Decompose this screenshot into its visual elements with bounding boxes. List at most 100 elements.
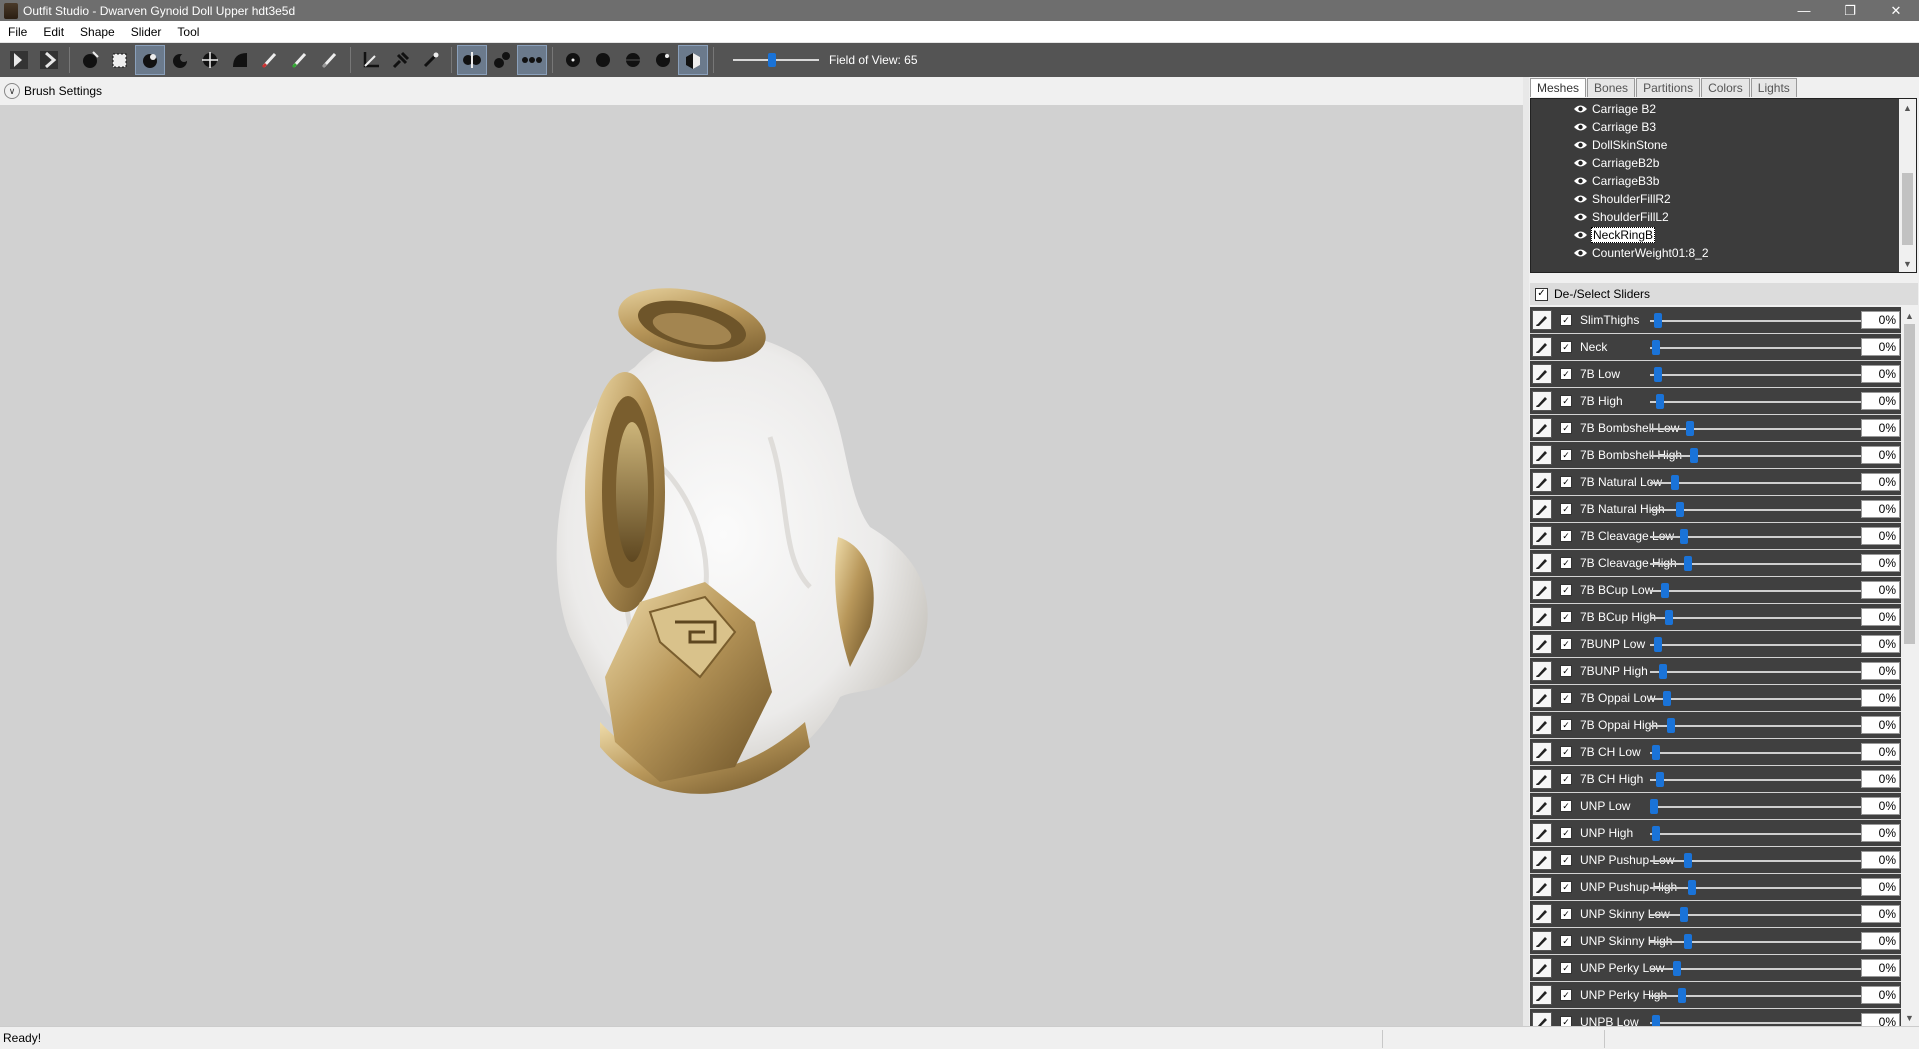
- slider-checkbox[interactable]: ✓: [1560, 854, 1572, 866]
- slider-checkbox[interactable]: ✓: [1560, 611, 1572, 623]
- edit-slider-icon[interactable]: [1532, 580, 1552, 600]
- slider-value-field[interactable]: 0%: [1861, 905, 1900, 923]
- edit-slider-icon[interactable]: [1532, 391, 1552, 411]
- slider-value-field[interactable]: 0%: [1861, 365, 1900, 383]
- tab-partitions[interactable]: Partitions: [1636, 78, 1701, 97]
- slider-track[interactable]: [1650, 833, 1863, 835]
- slider-checkbox[interactable]: ✓: [1560, 557, 1572, 569]
- slider-value-field[interactable]: 0%: [1861, 392, 1900, 410]
- slider-thumb[interactable]: [1690, 448, 1698, 463]
- show-bones-icon[interactable]: [588, 45, 618, 75]
- edit-slider-icon[interactable]: [1532, 499, 1552, 519]
- slider-track[interactable]: [1650, 482, 1863, 484]
- slider-checkbox[interactable]: ✓: [1560, 665, 1572, 677]
- maximize-button[interactable]: ❐: [1827, 0, 1873, 21]
- alpha-paint-icon[interactable]: [315, 45, 345, 75]
- edit-slider-icon[interactable]: [1532, 688, 1552, 708]
- slider-thumb[interactable]: [1684, 853, 1692, 868]
- edit-slider-icon[interactable]: [1532, 634, 1552, 654]
- scroll-up-icon[interactable]: ▲: [1899, 99, 1916, 116]
- slider-list-scroll-thumb[interactable]: [1904, 324, 1915, 644]
- slider-thumb[interactable]: [1688, 880, 1696, 895]
- edit-slider-icon[interactable]: [1532, 742, 1552, 762]
- slider-track[interactable]: [1650, 779, 1863, 781]
- edit-slider-icon[interactable]: [1532, 796, 1552, 816]
- slider-value-field[interactable]: 0%: [1861, 338, 1900, 356]
- scroll-down-icon[interactable]: ▼: [1899, 255, 1916, 272]
- edit-slider-icon[interactable]: [1532, 823, 1552, 843]
- slider-value-field[interactable]: 0%: [1861, 824, 1900, 842]
- slider-thumb[interactable]: [1654, 313, 1662, 328]
- slider-checkbox[interactable]: ✓: [1560, 962, 1572, 974]
- fov-slider-thumb[interactable]: [768, 53, 776, 67]
- slider-checkbox[interactable]: ✓: [1560, 881, 1572, 893]
- brush-settings-header[interactable]: ∨ Brush Settings: [0, 77, 1523, 105]
- tab-lights[interactable]: Lights: [1750, 78, 1797, 97]
- slider-checkbox[interactable]: ✓: [1560, 719, 1572, 731]
- chevron-down-icon[interactable]: ∨: [4, 83, 20, 99]
- transform-icon[interactable]: [356, 45, 386, 75]
- eye-icon[interactable]: [1573, 104, 1588, 114]
- slider-thumb[interactable]: [1686, 421, 1694, 436]
- slider-track[interactable]: [1650, 374, 1863, 376]
- pivot-icon[interactable]: [386, 45, 416, 75]
- slider-checkbox[interactable]: ✓: [1560, 530, 1572, 542]
- tab-bones[interactable]: Bones: [1587, 78, 1636, 97]
- edit-slider-icon[interactable]: [1532, 850, 1552, 870]
- 3d-viewport[interactable]: ∨ Brush Settings: [0, 77, 1523, 1026]
- slider-track[interactable]: [1650, 590, 1863, 592]
- mesh-item[interactable]: CarriageB2b: [1531, 154, 1916, 172]
- slider-track[interactable]: [1650, 347, 1863, 349]
- load-reference-icon[interactable]: [4, 45, 34, 75]
- slider-value-field[interactable]: 0%: [1861, 473, 1900, 491]
- slider-thumb[interactable]: [1684, 934, 1692, 949]
- edit-slider-icon[interactable]: [1532, 715, 1552, 735]
- slider-value-field[interactable]: 0%: [1861, 743, 1900, 761]
- show-nodes-icon[interactable]: [558, 45, 588, 75]
- slider-checkbox[interactable]: ✓: [1560, 422, 1572, 434]
- weight-paint-icon[interactable]: [255, 45, 285, 75]
- eye-icon[interactable]: [1573, 122, 1588, 132]
- slider-checkbox[interactable]: ✓: [1560, 368, 1572, 380]
- slider-thumb[interactable]: [1663, 691, 1671, 706]
- slider-thumb[interactable]: [1652, 745, 1660, 760]
- slider-track[interactable]: [1650, 428, 1863, 430]
- mesh-item[interactable]: DollSkinStone: [1531, 136, 1916, 154]
- slider-checkbox[interactable]: ✓: [1560, 746, 1572, 758]
- edit-slider-icon[interactable]: [1532, 310, 1552, 330]
- edit-slider-icon[interactable]: [1532, 364, 1552, 384]
- slider-checkbox[interactable]: ✓: [1560, 935, 1572, 947]
- slider-track[interactable]: [1650, 617, 1863, 619]
- slider-thumb[interactable]: [1678, 988, 1686, 1003]
- slider-value-field[interactable]: 0%: [1861, 419, 1900, 437]
- edit-slider-icon[interactable]: [1532, 769, 1552, 789]
- slider-value-field[interactable]: 0%: [1861, 986, 1900, 1004]
- fov-slider[interactable]: [733, 50, 819, 70]
- slider-value-field[interactable]: 0%: [1861, 716, 1900, 734]
- eye-icon[interactable]: [1573, 248, 1588, 258]
- slider-checkbox[interactable]: ✓: [1560, 503, 1572, 515]
- slider-value-field[interactable]: 0%: [1861, 635, 1900, 653]
- slider-checkbox[interactable]: ✓: [1560, 800, 1572, 812]
- slider-track[interactable]: [1650, 644, 1863, 646]
- slider-value-field[interactable]: 0%: [1861, 554, 1900, 572]
- edit-slider-icon[interactable]: [1532, 985, 1552, 1005]
- mesh-item[interactable]: Carriage B3: [1531, 118, 1916, 136]
- menu-shape[interactable]: Shape: [72, 25, 123, 39]
- slider-checkbox[interactable]: ✓: [1560, 584, 1572, 596]
- minimize-button[interactable]: —: [1781, 0, 1827, 21]
- slider-value-field[interactable]: 0%: [1861, 932, 1900, 950]
- close-button[interactable]: ✕: [1873, 0, 1919, 21]
- slider-track[interactable]: [1650, 887, 1863, 889]
- select-brush-icon[interactable]: [75, 45, 105, 75]
- edit-slider-icon[interactable]: [1532, 958, 1552, 978]
- lighting-icon[interactable]: [648, 45, 678, 75]
- mesh-item[interactable]: NeckRingB: [1531, 226, 1916, 244]
- edit-slider-icon[interactable]: [1532, 607, 1552, 627]
- slider-thumb[interactable]: [1652, 1015, 1660, 1026]
- slider-checkbox[interactable]: ✓: [1560, 395, 1572, 407]
- deflate-brush-icon[interactable]: [165, 45, 195, 75]
- mask-brush-icon[interactable]: [105, 45, 135, 75]
- slider-value-field[interactable]: 0%: [1861, 527, 1900, 545]
- deselect-sliders-row[interactable]: ✓ De-/Select Sliders: [1530, 283, 1918, 305]
